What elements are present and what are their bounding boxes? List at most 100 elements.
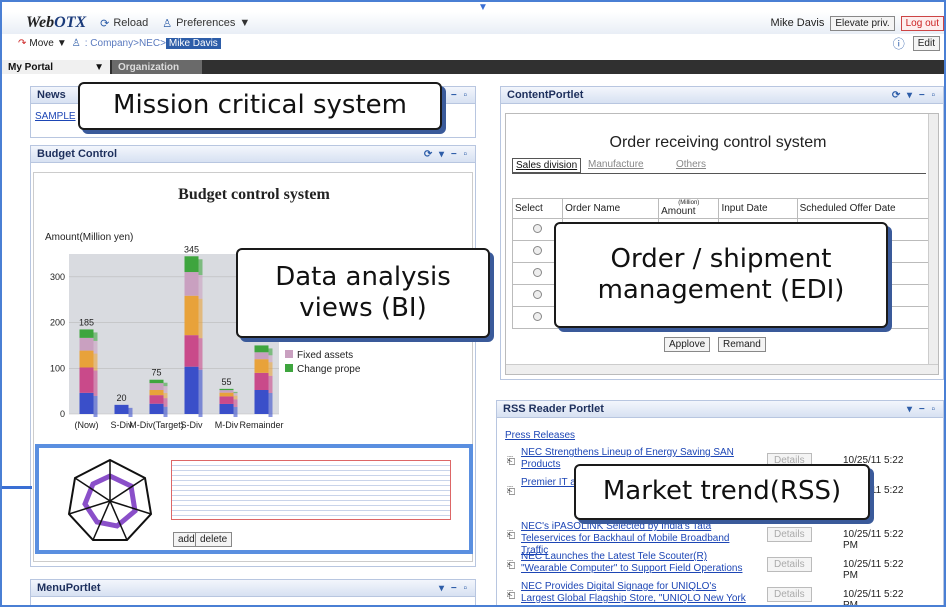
vertical-scrollbar[interactable] [928, 114, 938, 364]
reload-button[interactable]: ⟳ Reload [100, 17, 148, 30]
info-icon[interactable]: ⓘ [893, 35, 905, 52]
breadcrumb-bar: ↷ Move ▼ ♙ : Company > NEC > Mike Davis … [2, 34, 944, 52]
elevate-privilege-button[interactable]: Elevate priv. [830, 15, 895, 31]
bar-segment [219, 388, 234, 391]
callout-edi: Order / shipment management (EDI) [554, 222, 888, 328]
bar-segment [219, 403, 234, 414]
org-icon: ♙ [71, 37, 81, 49]
details-button[interactable]: Details [767, 527, 812, 542]
document-icon: ⎗ [507, 486, 515, 497]
tab-manufacture[interactable]: Manufacture [588, 159, 644, 170]
bar-segment-side [163, 382, 168, 387]
tab-organization[interactable]: Organization [112, 60, 202, 74]
legend-entry: Change property [297, 364, 361, 375]
bar-segment-side [268, 393, 273, 417]
bar-segment-side [268, 375, 273, 393]
bar-segment-side [198, 298, 203, 339]
bar-segment-side [233, 399, 238, 407]
rss-item-title[interactable]: NEC Launches the Latest Tele Scouter(R) … [521, 551, 749, 575]
portlet-controls[interactable]: ▾ − ▫ [439, 90, 469, 101]
breadcrumb-current: Mike Davis [165, 37, 221, 49]
rss-item: ⎗ NEC Provides Digital Signage for UNIQLO… [507, 581, 917, 607]
bar-segment-side [198, 275, 203, 299]
tab-others[interactable]: Others [676, 159, 706, 170]
press-releases-link[interactable]: Press Releases [505, 430, 575, 441]
order-heading: Order receiving control system [609, 134, 827, 151]
portal-window: WebOTX ⟳ Reload ♙ Preferences ▼ Mike Davis … [0, 0, 946, 607]
bar-segment [219, 392, 234, 397]
approve-button[interactable]: Applove [664, 337, 711, 352]
delete-button[interactable]: delete [195, 532, 233, 547]
select-radio[interactable] [533, 311, 543, 321]
horizontal-scrollbar[interactable] [506, 364, 938, 374]
details-button[interactable]: Details [767, 557, 812, 572]
portlet-header: MenuPortlet ▾ − ▫ [31, 580, 475, 597]
bar-segment-side [93, 340, 98, 354]
bar-segment [79, 392, 94, 414]
logout-button[interactable]: Log out [900, 15, 944, 31]
preferences-menu[interactable]: ♙ Preferences ▼ [162, 17, 250, 30]
tab-sales-division[interactable]: Sales division [512, 158, 582, 173]
bar-segment-side [128, 407, 133, 417]
x-tick-label: S-Div [181, 420, 203, 430]
bar-segment [184, 295, 199, 336]
bar-segment-side [163, 406, 168, 417]
budget-heading: Budget control system [178, 186, 330, 203]
bar-segment [149, 395, 164, 404]
tab-my-portal[interactable]: My Portal ▼ [2, 60, 110, 74]
bar-segment-side [268, 355, 273, 363]
x-tick-label: Remainder [239, 420, 283, 430]
breadcrumb-nec[interactable]: NEC [139, 38, 160, 49]
bar-segment [79, 367, 94, 393]
portlet-title: Budget Control [37, 148, 118, 160]
bar-segment-side [198, 369, 203, 417]
bar-segment [79, 350, 94, 368]
select-radio[interactable] [533, 245, 543, 255]
data-label: 75 [151, 368, 161, 378]
report-thumbnail [171, 460, 451, 520]
data-label: 20 [116, 393, 126, 403]
bar-segment-side [163, 398, 168, 407]
bar-segment [219, 390, 234, 393]
bar-segment [149, 403, 164, 414]
edit-button[interactable]: Edit [912, 35, 940, 51]
portlet-title: ContentPortlet [507, 89, 584, 101]
rss-item-date: 10/25/11 5:22 PM [843, 559, 904, 581]
move-icon: ↷ [18, 37, 27, 49]
portlet-title: News [37, 89, 66, 101]
data-label: 185 [79, 317, 94, 327]
bar-segment [184, 272, 199, 296]
y-tick-label: 300 [50, 272, 65, 282]
portlet-controls[interactable]: ⟳ ▾ − ▫ [424, 149, 469, 160]
document-icon: ⎗ [507, 530, 515, 541]
select-radio[interactable] [533, 223, 543, 233]
budget-control-portlet: Budget Control ⟳ ▾ − ▫ Budget control sy… [30, 145, 476, 567]
bar-segment [149, 379, 164, 384]
portlet-controls[interactable]: ⟳ ▾ − ▫ [892, 90, 937, 101]
breadcrumb-company[interactable]: Company [90, 38, 133, 49]
portlet-header: Budget Control ⟳ ▾ − ▫ [31, 146, 475, 163]
bar-segment [79, 329, 94, 338]
news-sample-link[interactable]: SAMPLE [35, 111, 76, 122]
select-radio[interactable] [533, 289, 543, 299]
move-menu[interactable]: Move [29, 38, 53, 49]
bar-segment-side [233, 393, 238, 396]
rss-item-title[interactable]: NEC Provides Digital Signage for UNIQLO'… [521, 581, 749, 605]
bar-segment-side [198, 338, 203, 370]
x-tick-label: M-Div(Target) [129, 420, 184, 430]
callout-mission-critical: Mission critical system [78, 82, 442, 130]
select-radio[interactable] [533, 267, 543, 277]
bar-segment [219, 396, 234, 404]
dropdown-icon: ▼ [56, 37, 67, 49]
bar-segment-side [268, 348, 273, 356]
details-button[interactable]: Details [767, 587, 812, 602]
rss-item-date: 10/25/11 5:22 PM [843, 589, 904, 607]
bar-segment [254, 359, 269, 373]
dashboard-preview: add delete [35, 444, 473, 554]
remand-button[interactable]: Remand [718, 337, 766, 352]
y-tick-label: 100 [50, 363, 65, 373]
bar-segment [184, 335, 199, 367]
portlet-controls[interactable]: ▾ − ▫ [439, 583, 469, 594]
portlet-controls[interactable]: ▾ − ▫ [907, 404, 937, 415]
data-label: 55 [221, 377, 231, 387]
